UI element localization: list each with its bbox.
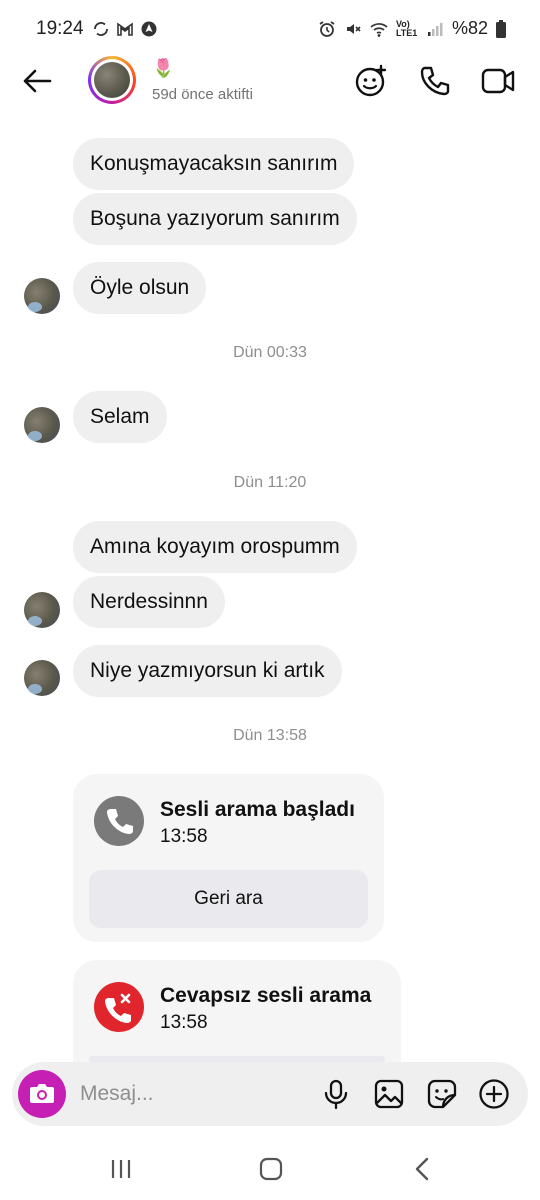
sender-avatar[interactable] [24,278,60,314]
message-bubble[interactable]: Konuşmayacaksın sanırım [73,138,355,190]
call-card-missed: Cevapsız sesli arama 13:58 [73,960,401,1062]
call-time: 13:58 [160,826,208,847]
system-nav-bar [0,1138,540,1200]
timestamp-divider: Dün 00:33 [233,344,307,361]
microphone-icon[interactable] [320,1078,352,1110]
video-call-icon[interactable] [481,64,515,98]
status-bar: 19:24 Vo) LTE1 %82 [0,0,540,58]
camera-icon [30,1084,54,1103]
battery-icon [496,19,506,38]
add-sticker-effect-icon[interactable] [354,64,388,98]
contact-avatar[interactable] [88,56,136,104]
message-composer: Mesaj... [12,1062,528,1126]
sticker-icon[interactable] [426,1078,458,1110]
add-icon[interactable] [478,1078,510,1110]
call-time: 13:58 [160,1012,208,1033]
network-label: Vo) LTE1 [395,18,418,38]
battery-percent: %82 [451,18,488,38]
message-bubble[interactable]: Amına koyayım orospumm [73,521,357,573]
message-bubble[interactable]: Nerdessinnn [73,576,225,628]
gmail-icon [117,22,133,36]
chat-header: 🌷 59d önce aktifti [0,52,540,116]
gallery-icon[interactable] [373,1078,405,1110]
sender-avatar[interactable] [24,660,60,696]
camera-button[interactable] [18,1070,66,1118]
call-card-started: Sesli arama başladı 13:58 Geri ara [73,774,384,942]
message-bubble[interactable]: Öyle olsun [73,262,207,314]
sender-avatar[interactable] [24,407,60,443]
call-title: Sesli arama başladı [160,798,355,821]
system-back-icon[interactable] [410,1156,436,1182]
message-bubble[interactable]: Niye yazmıyorsun ki artık [73,645,342,697]
sender-avatar[interactable] [24,592,60,628]
timestamp-divider: Dün 13:58 [233,727,307,744]
call-back-button[interactable]: Geri ara [89,870,368,928]
message-bubble[interactable]: Selam [73,391,167,443]
home-icon[interactable] [258,1156,284,1182]
navigation-icon [141,21,157,37]
back-arrow-icon[interactable] [20,64,54,98]
contact-last-active: 59d önce aktifti [152,86,253,103]
alarm-icon [319,20,335,37]
message-bubble[interactable]: Boşuna yazıyorum sanırım [73,193,357,245]
status-time: 19:24 [36,18,84,39]
wifi-icon [370,22,388,37]
phone-icon [94,796,144,846]
sync-icon [94,22,108,36]
timestamp-divider: Dün 11:20 [233,474,307,491]
contact-status-emoji: 🌷 [152,58,175,78]
missed-call-icon [94,982,144,1032]
recent-apps-icon[interactable] [108,1156,134,1182]
message-input[interactable]: Mesaj... [80,1082,154,1106]
mute-icon [346,23,361,34]
voice-call-icon[interactable] [418,64,452,98]
signal-icon [427,22,443,36]
call-title: Cevapsız sesli arama [160,984,372,1007]
